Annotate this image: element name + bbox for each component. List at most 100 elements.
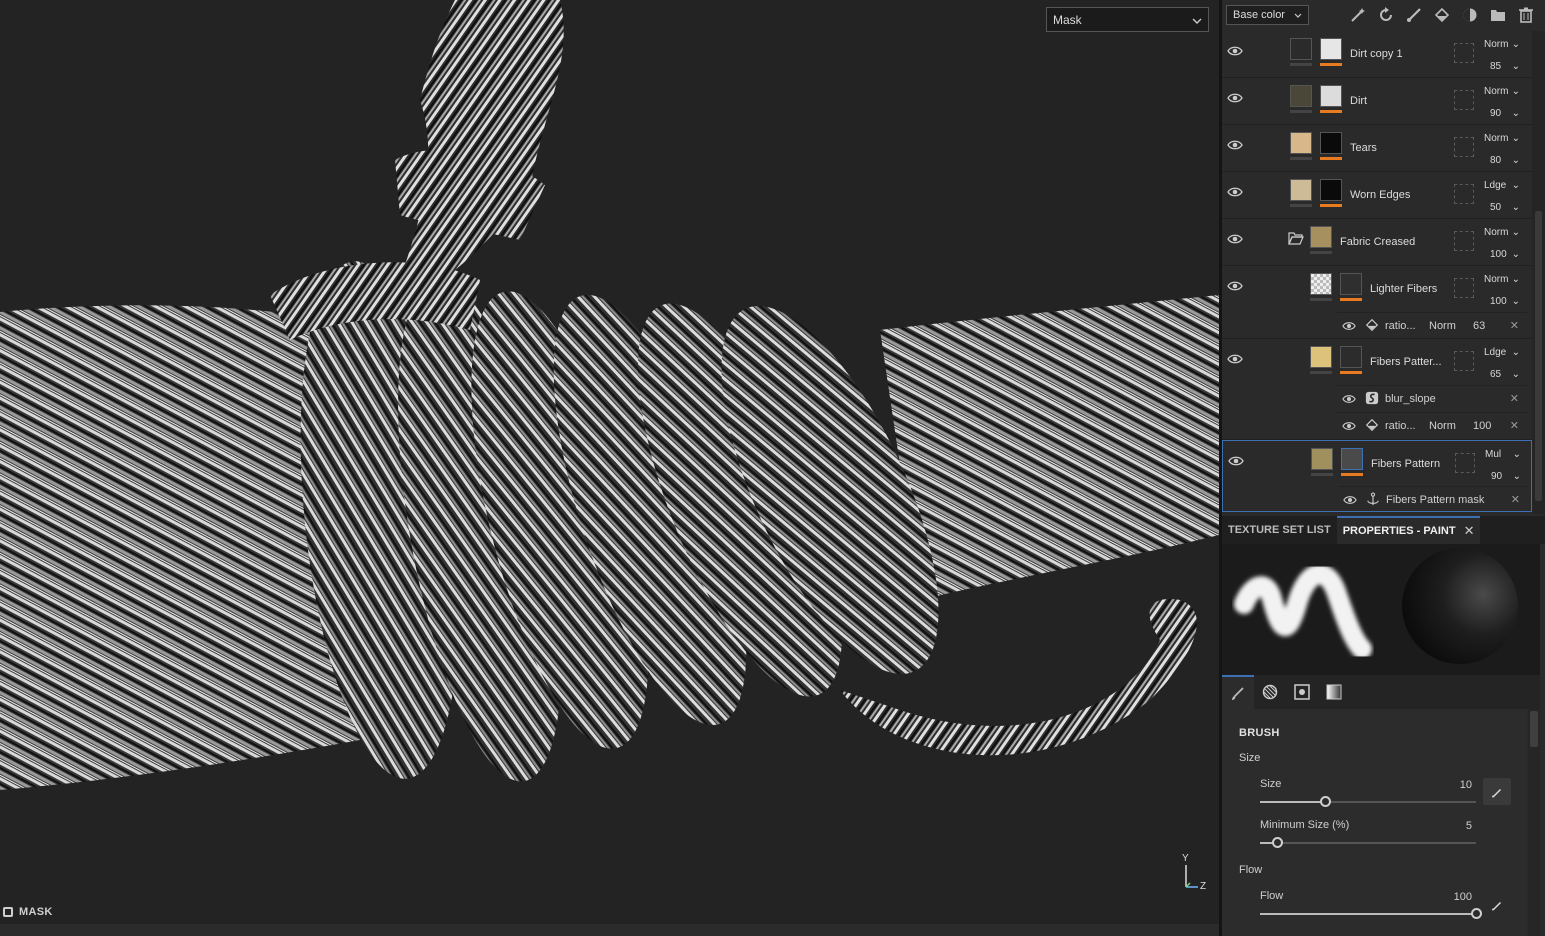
layer-fill-thumbnail[interactable]: [1290, 85, 1312, 113]
opacity-select[interactable]: 90 ⌄: [1491, 471, 1521, 482]
opacity-select[interactable]: 85 ⌄: [1490, 61, 1520, 72]
tab-stencil[interactable]: [1286, 675, 1318, 709]
sublayer-blend[interactable]: Norm: [1429, 320, 1456, 332]
layer-effect-slot[interactable]: [1454, 43, 1474, 63]
magic-wand-icon[interactable]: [1349, 6, 1367, 24]
sublayer-row[interactable]: blur_slope ✕: [1337, 385, 1527, 411]
blend-mode-select[interactable]: Mul ⌄: [1485, 449, 1521, 460]
opacity-select[interactable]: 100 ⌄: [1490, 296, 1520, 307]
size-slider[interactable]: [1260, 796, 1476, 808]
sublayer-label[interactable]: Fibers Pattern mask: [1386, 494, 1484, 506]
layer-fill-thumbnail[interactable]: [1290, 132, 1312, 160]
eye-icon[interactable]: [1227, 231, 1243, 247]
sublayer-opacity[interactable]: 100: [1473, 420, 1491, 432]
3d-viewport[interactable]: Mask MASK Y Z: [0, 0, 1219, 936]
eye-icon[interactable]: [1342, 392, 1356, 406]
layer-row[interactable]: Fibers Patter... Ldge ⌄ 65 ⌄ blur_slope ✕ …: [1222, 339, 1532, 440]
sublayer-blend[interactable]: Norm: [1429, 420, 1456, 432]
folder-open-icon[interactable]: [1288, 232, 1304, 245]
eye-icon[interactable]: [1342, 419, 1356, 433]
eye-icon[interactable]: [1227, 278, 1243, 294]
layer-row[interactable]: Lighter Fibers Norm ⌄ 100 ⌄ ratio... Norm …: [1222, 266, 1532, 339]
layer-mask-thumbnail[interactable]: [1320, 38, 1342, 66]
layer-mask-thumbnail[interactable]: [1320, 132, 1342, 160]
fill-icon[interactable]: [1433, 6, 1451, 24]
layer-name[interactable]: Dirt copy 1: [1350, 48, 1403, 60]
slider-knob[interactable]: [1471, 908, 1482, 919]
folder-icon[interactable]: [1489, 6, 1507, 24]
blend-mode-select[interactable]: Ldge ⌄: [1484, 347, 1520, 358]
trash-icon[interactable]: [1517, 6, 1535, 24]
layer-name[interactable]: Dirt: [1350, 95, 1367, 107]
eye-icon[interactable]: [1342, 319, 1356, 333]
layer-folder-row[interactable]: Fabric Creased Norm ⌄ 100 ⌄: [1222, 219, 1532, 266]
layer-mask-thumbnail[interactable]: [1341, 448, 1363, 476]
layer-fill-thumbnail[interactable]: [1310, 226, 1332, 254]
layer-name[interactable]: Fabric Creased: [1340, 236, 1415, 248]
opacity-select[interactable]: 65 ⌄: [1490, 369, 1520, 380]
slider-knob[interactable]: [1272, 837, 1284, 848]
close-icon[interactable]: ✕: [1510, 419, 1519, 432]
sublayer-row[interactable]: ratio... Norm 63 ✕: [1337, 312, 1527, 338]
tab-properties-paint[interactable]: PROPERTIES - PAINT ✕: [1336, 516, 1481, 544]
opacity-select[interactable]: 50 ⌄: [1490, 202, 1520, 213]
layer-row[interactable]: Dirt copy 1 Norm ⌄ 85 ⌄: [1222, 31, 1532, 78]
close-icon[interactable]: ✕: [1510, 319, 1519, 332]
layer-effect-slot[interactable]: [1454, 137, 1474, 157]
tab-brush[interactable]: [1222, 675, 1254, 709]
smart-material-icon[interactable]: [1461, 6, 1479, 24]
opacity-select[interactable]: 90 ⌄: [1490, 108, 1520, 119]
layer-row-selected[interactable]: Fibers Pattern Mul ⌄ 90 ⌄ Fibers Pattern m…: [1222, 440, 1532, 512]
sublayer-label[interactable]: blur_slope: [1385, 393, 1436, 405]
layers-scrollbar[interactable]: [1532, 31, 1545, 514]
layer-effect-slot[interactable]: [1455, 453, 1475, 473]
eye-icon[interactable]: [1227, 90, 1243, 106]
layer-mask-thumbnail[interactable]: [1320, 179, 1342, 207]
flow-slider[interactable]: [1260, 908, 1482, 920]
flow-value[interactable]: 100: [1454, 891, 1472, 903]
layer-name[interactable]: Fibers Patter...: [1370, 356, 1442, 368]
blend-mode-select[interactable]: Norm ⌄: [1484, 274, 1520, 285]
sublayer-opacity[interactable]: 63: [1473, 320, 1485, 332]
blend-mode-select[interactable]: Norm ⌄: [1484, 227, 1520, 238]
close-icon[interactable]: ✕: [1511, 493, 1520, 506]
channel-dropdown[interactable]: Base color: [1226, 5, 1309, 25]
close-icon[interactable]: ✕: [1510, 392, 1519, 405]
layer-fill-thumbnail[interactable]: [1290, 179, 1312, 207]
blend-mode-select[interactable]: Norm ⌄: [1484, 133, 1520, 144]
eye-icon[interactable]: [1227, 43, 1243, 59]
layer-fill-thumbnail[interactable]: [1290, 38, 1312, 66]
min-size-value[interactable]: 5: [1466, 820, 1472, 832]
opacity-select[interactable]: 100 ⌄: [1490, 249, 1520, 260]
layer-row[interactable]: Tears Norm ⌄ 80 ⌄: [1222, 125, 1532, 172]
brush-icon[interactable]: [1405, 6, 1423, 24]
layer-row[interactable]: Worn Edges Ldge ⌄ 50 ⌄: [1222, 172, 1532, 219]
properties-scrollbar[interactable]: [1528, 709, 1540, 936]
eye-icon[interactable]: [1227, 137, 1243, 153]
layer-effect-slot[interactable]: [1454, 184, 1474, 204]
eye-icon[interactable]: [1227, 184, 1243, 200]
slider-knob[interactable]: [1319, 796, 1331, 807]
layer-fill-thumbnail[interactable]: [1310, 273, 1332, 301]
tab-alpha[interactable]: [1254, 675, 1286, 709]
layer-effect-slot[interactable]: [1454, 278, 1474, 298]
sublayer-label[interactable]: ratio...: [1385, 320, 1416, 332]
layer-name[interactable]: Lighter Fibers: [1370, 283, 1437, 295]
eye-icon[interactable]: [1227, 351, 1243, 367]
sublayer-row[interactable]: Fibers Pattern mask ✕: [1338, 486, 1528, 512]
viewport-channel-select[interactable]: Mask: [1046, 7, 1209, 32]
layer-effect-slot[interactable]: [1454, 90, 1474, 110]
tab-texture-set-list[interactable]: TEXTURE SET LIST: [1222, 516, 1337, 544]
tab-material[interactable]: [1318, 675, 1350, 709]
min-size-slider[interactable]: [1260, 837, 1476, 849]
layer-row[interactable]: Dirt Norm ⌄ 90 ⌄: [1222, 78, 1532, 125]
pen-pressure-flow-button[interactable]: [1490, 898, 1504, 912]
layer-name[interactable]: Worn Edges: [1350, 189, 1410, 201]
eye-icon[interactable]: [1228, 453, 1244, 469]
layer-effect-slot[interactable]: [1454, 231, 1474, 251]
layer-mask-thumbnail[interactable]: [1340, 346, 1362, 374]
pen-pressure-size-button[interactable]: [1483, 778, 1511, 805]
eye-icon[interactable]: [1343, 493, 1357, 507]
layer-mask-thumbnail[interactable]: [1320, 85, 1342, 113]
blend-mode-select[interactable]: Ldge ⌄: [1484, 180, 1520, 191]
